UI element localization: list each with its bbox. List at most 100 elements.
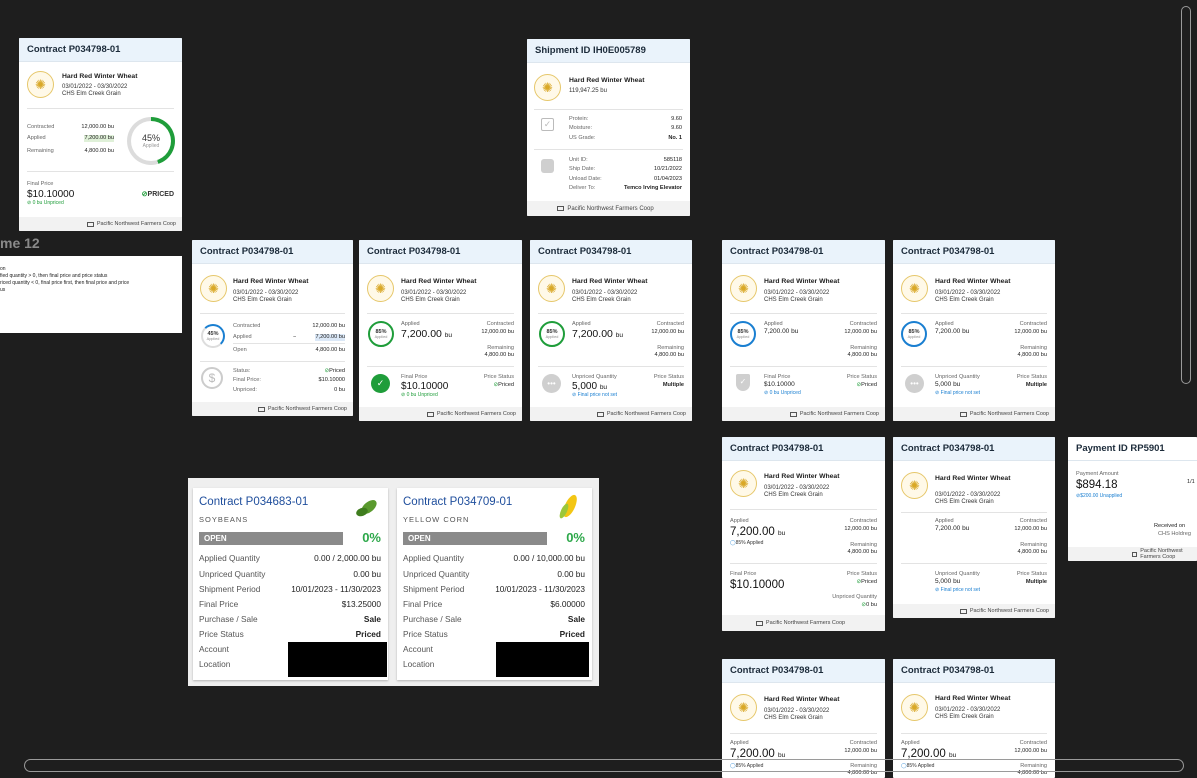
remaining-label: Remaining <box>850 345 877 351</box>
row-value: 0.00 bu <box>557 569 585 579</box>
price-status-value: Multiple <box>1025 382 1047 388</box>
divider <box>901 563 1047 564</box>
contract-card[interactable]: Contract P034798-01 ✺ Hard Red Winter Wh… <box>192 240 353 416</box>
unpriced-qty-value: 5,000 bu <box>572 381 608 392</box>
coop-footer: Pacific Northwest Farmers Coop <box>19 217 182 231</box>
divider <box>730 733 877 734</box>
unpriced-note: ⊘ 0 bu Unpriced <box>401 392 438 398</box>
contract-card[interactable]: Contract P034798-01 ✺ Hard Red Winter Wh… <box>19 38 182 231</box>
divider <box>901 313 1047 314</box>
status-label: Status: <box>233 368 251 374</box>
final-price: $10.10000 <box>27 189 75 200</box>
soybean-contract-card[interactable]: Contract P034683-01 SOYBEANS OPEN 0% App… <box>193 488 388 680</box>
contract-card[interactable]: Contract P034798-01 ✺ Hard Red Winter Wh… <box>893 240 1055 421</box>
price-status-label: Price Status <box>846 374 877 380</box>
checkbox-icon: ✓ <box>541 118 554 131</box>
contracted-label: Contracted <box>27 124 55 130</box>
wheat-icon: ✺ <box>901 694 928 721</box>
dollar-icon: $ <box>201 367 223 389</box>
contracted-value: 12,000.00 bu <box>651 329 684 335</box>
divider <box>534 109 683 110</box>
row-label: Unpriced Quantity <box>403 569 470 579</box>
location: CHS Elm Creek Grain <box>764 297 823 303</box>
location: CHS Elm Creek Grain <box>935 297 994 303</box>
applied-label: Applied <box>401 321 420 327</box>
wheat-icon: ✺ <box>730 275 757 302</box>
divider <box>901 512 1047 513</box>
contract-card[interactable]: Contract P034798-01 ✺ Hard Red Winter Wh… <box>893 437 1055 618</box>
applied-label: Applied <box>935 518 954 524</box>
crop-name: YELLOW CORN <box>403 515 470 524</box>
contract-card[interactable]: Contract P034798-01 ✺ Hard Red Winter Wh… <box>722 240 885 421</box>
crop-name: Hard Red Winter Wheat <box>935 278 1011 285</box>
grade-value: No. 1 <box>668 135 682 141</box>
card-title: Contract P034798-01 <box>192 240 353 264</box>
card-title: Payment ID RP5901 <box>1068 437 1197 461</box>
horizontal-scrollbar[interactable] <box>24 759 1184 772</box>
coop-footer: Pacific Northwest Farmers Coop <box>530 407 692 421</box>
row-label: Purchase / Sale <box>403 614 462 624</box>
building-icon <box>789 411 797 417</box>
row-label: Unpriced Quantity <box>199 569 266 579</box>
final-value: $10.10000 <box>764 381 795 388</box>
redacted-block <box>288 642 387 677</box>
coop-footer: Pacific Northwest Farmers Coop <box>1068 547 1197 561</box>
remaining-value: 4,800.00 bu <box>847 352 877 358</box>
protein-label: Protein: <box>569 116 589 122</box>
crop-name: Hard Red Winter Wheat <box>764 696 840 703</box>
applied-value: 7,200.00 bu <box>401 328 453 340</box>
period: 03/01/2022 - 03/30/2022 <box>233 290 299 296</box>
shield-check-icon: ✓ <box>736 374 750 391</box>
location: CHS Elm Creek Grain <box>233 297 292 303</box>
contracted-label: Contracted <box>849 740 877 746</box>
price-status-value: Multiple <box>662 382 684 388</box>
unpriced-qty-value: 5,000 bu <box>935 381 961 388</box>
contracted-value: 12,000.00 bu <box>81 124 114 130</box>
card-title[interactable]: Contract P034683-01 <box>199 496 308 508</box>
more-icon: ••• <box>542 374 561 393</box>
wheat-icon: ✺ <box>730 470 757 497</box>
period: 03/01/2022 - 03/30/2022 <box>764 485 830 491</box>
divider <box>200 361 345 362</box>
row-label: Final Price <box>199 599 239 609</box>
unpriced-note: ⊘ 0 bu Unpriced <box>27 200 64 206</box>
row-value: $6.00000 <box>550 599 585 609</box>
coop-footer: Pacific Northwest Farmers Coop <box>893 604 1055 618</box>
contracted-label: Contracted <box>1019 518 1047 524</box>
final-value: $10.10000 <box>318 377 345 383</box>
corn-contract-card[interactable]: Contract P034709-01 YELLOW CORN OPEN 0% … <box>397 488 592 680</box>
remaining-value: 4,800.00 bu <box>484 352 514 358</box>
price-status-value: ⊘Priced <box>856 382 877 388</box>
unpriced-qty-label: Unpriced Quantity <box>832 594 877 600</box>
note-line: riced quantity < 0, final price first, t… <box>0 280 130 286</box>
contract-card[interactable]: Contract P034798-01 ✺ Hard Red Winter Wh… <box>722 437 885 631</box>
moisture-value: 9.60 <box>671 125 682 131</box>
building-icon <box>959 411 967 417</box>
wheat-icon: ✺ <box>27 71 54 98</box>
contract-card[interactable]: Contract P034798-01 ✺ Hard Red Winter Wh… <box>530 240 692 421</box>
building-icon <box>86 221 94 227</box>
applied-label: Applied <box>730 518 749 524</box>
row-label: Shipment Period <box>199 584 261 594</box>
applied-value: 7,200.00 bu <box>84 135 114 142</box>
final-label: Final Price <box>764 374 791 380</box>
shipment-card[interactable]: Shipment ID IH0E005789 ✺ Hard Red Winter… <box>527 39 690 216</box>
payment-amount: $894.18 <box>1076 479 1118 491</box>
divider <box>534 149 683 150</box>
status-badge: OPEN <box>199 532 343 545</box>
divider <box>27 171 174 172</box>
crop-name: Hard Red Winter Wheat <box>764 473 840 480</box>
note-line: fied quantity > 0, then final price and … <box>0 273 108 279</box>
payment-card[interactable]: Payment ID RP5901 Payment Amount $894.18… <box>1068 437 1197 561</box>
status-badge: OPEN <box>403 532 547 545</box>
crop-name: Hard Red Winter Wheat <box>569 77 645 84</box>
card-title: Contract P034798-01 <box>722 437 885 461</box>
unpriced-qty-label: Unpriced Quantity <box>572 374 617 380</box>
contract-card[interactable]: Contract P034798-01 ✺ Hard Red Winter Wh… <box>359 240 522 421</box>
card-title[interactable]: Contract P034709-01 <box>403 496 512 508</box>
period: 03/01/2022 - 03/30/2022 <box>935 290 1001 296</box>
vertical-scrollbar[interactable] <box>1181 6 1191 384</box>
progress-ring: 85% Applied <box>901 321 927 347</box>
location: CHS Elm Creek Grain <box>764 492 823 498</box>
priced-status: ⊘PRICED <box>141 191 174 198</box>
